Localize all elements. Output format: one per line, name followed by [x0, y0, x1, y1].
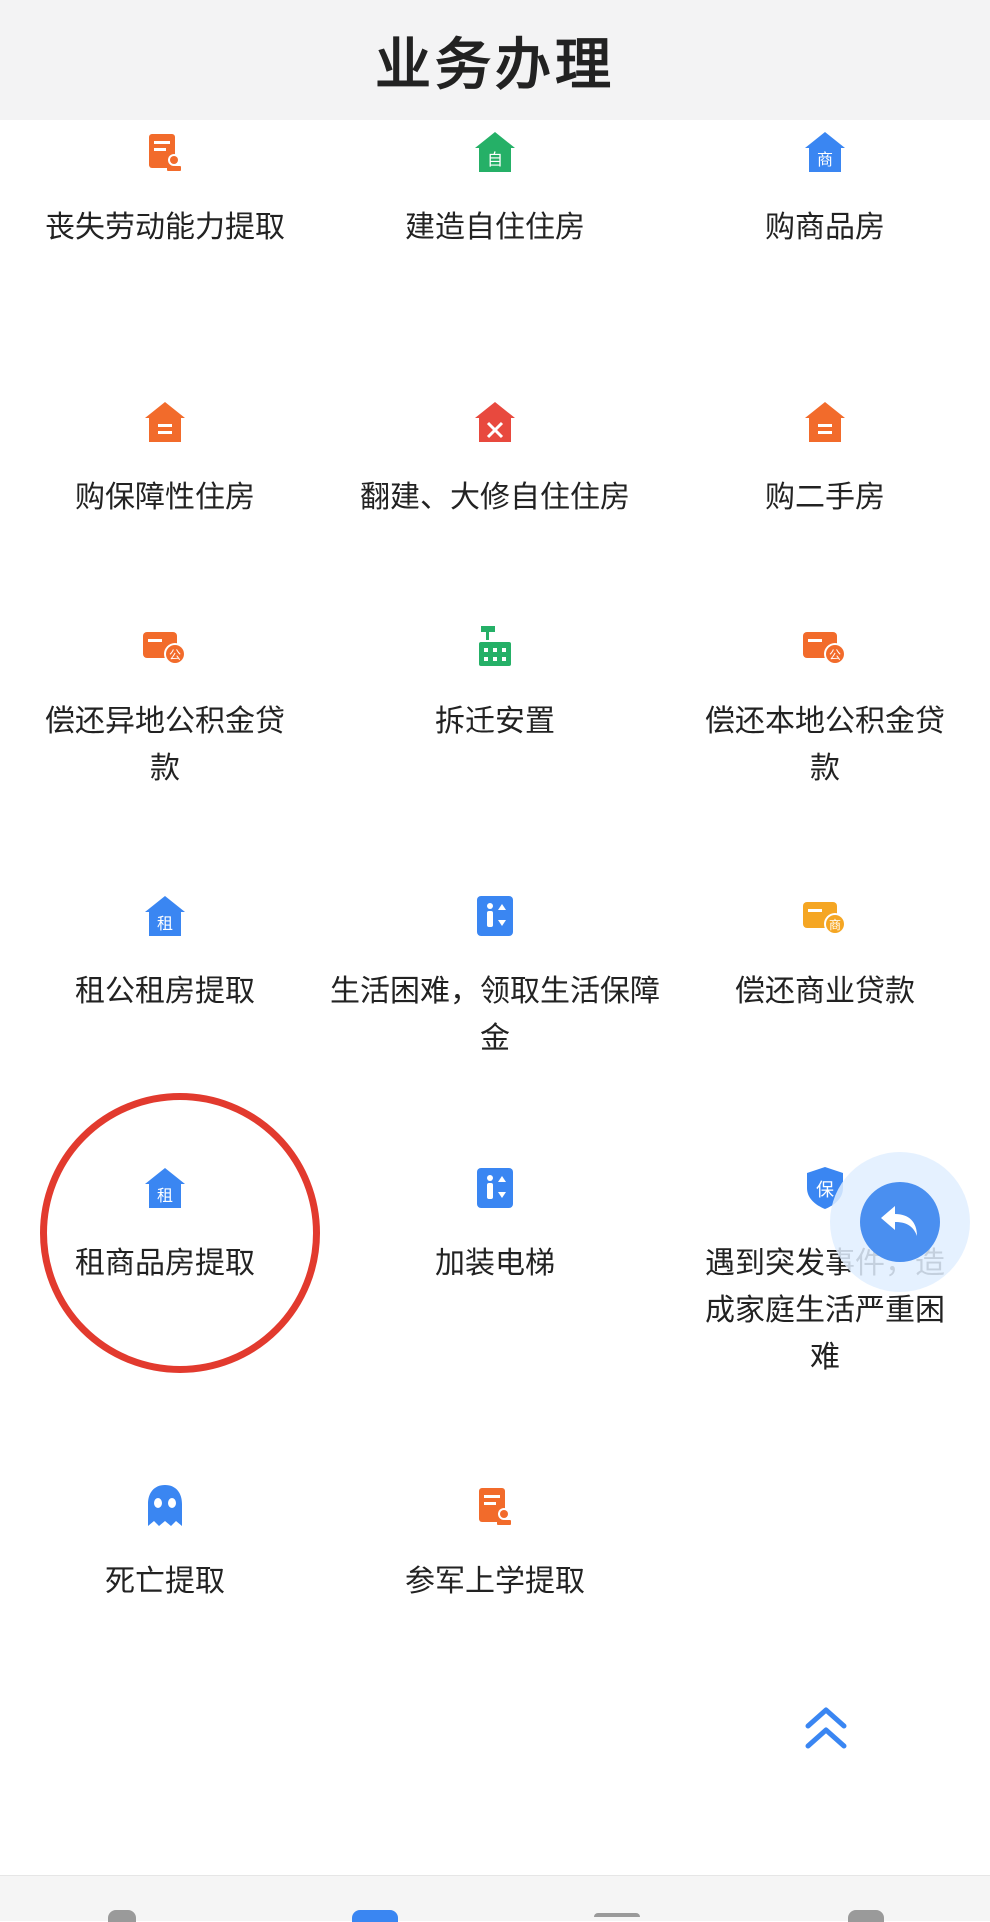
service-item[interactable]: 商 购商品房 [660, 128, 990, 251]
icon-glyph: 租 [157, 914, 173, 933]
service-label: 死亡提取 [105, 1564, 225, 1599]
service-item[interactable]: 生活困难，领取生活保障金 [330, 892, 660, 1062]
house-icon [145, 402, 185, 442]
certificate-icon [149, 134, 181, 171]
undo-arrow-icon [881, 1206, 917, 1236]
service-label: 加装电梯 [435, 1246, 555, 1281]
tab-icon-services[interactable] [352, 1910, 398, 1922]
house-repair-icon [475, 402, 515, 442]
elevator-icon [477, 1168, 513, 1208]
highlight-circle [40, 1093, 320, 1373]
service-item[interactable]: 购二手房 [660, 398, 990, 521]
service-label: 参军上学提取 [405, 1564, 585, 1599]
house-self-icon: 自 [475, 132, 515, 172]
service-item[interactable]: 死亡提取 [0, 1482, 330, 1605]
tab-icon-profile[interactable] [848, 1910, 884, 1922]
service-item[interactable]: 租 租公租房提取 [0, 892, 330, 1015]
tab-icon-home[interactable] [108, 1910, 136, 1922]
card-fund-icon: 公 [803, 632, 846, 665]
service-label: 购商品房 [765, 210, 885, 245]
scroll-to-top-icon[interactable] [802, 1702, 850, 1754]
icon-glyph: 公 [169, 648, 181, 662]
service-label: 拆迁安置 [435, 704, 555, 739]
service-label: 偿还商业贷款 [735, 974, 915, 1009]
header: 业务办理 [0, 0, 990, 120]
service-label: 生活困难，领取生活保障金 [330, 974, 660, 1056]
service-label: 丧失劳动能力提取 [45, 210, 285, 245]
card-fund-icon: 公 [143, 632, 186, 665]
bottom-tab-bar [0, 1875, 990, 1921]
service-item[interactable]: 加装电梯 [330, 1164, 660, 1287]
service-label: 购二手房 [765, 480, 885, 515]
icon-glyph: 公 [829, 648, 841, 662]
service-label: 偿还本地公积金贷款 [705, 704, 945, 786]
house-icon [805, 402, 845, 442]
tab-icon-messages[interactable] [594, 1913, 640, 1917]
ghost-icon [148, 1485, 182, 1526]
service-item[interactable]: 商 偿还商业贷款 [660, 892, 990, 1015]
house-rent-icon: 租 [145, 896, 185, 936]
service-label: 购保障性住房 [75, 480, 255, 515]
service-label: 偿还异地公积金贷款 [45, 704, 285, 786]
house-commercial-icon: 商 [805, 132, 845, 172]
certificate-icon [479, 1488, 511, 1525]
icon-glyph: 商 [829, 917, 841, 932]
service-item[interactable]: 参军上学提取 [330, 1482, 660, 1605]
service-item[interactable]: 购保障性住房 [0, 398, 330, 521]
elevator-icon [477, 896, 513, 936]
service-item[interactable]: 公 偿还异地公积金贷款 [0, 622, 330, 792]
icon-glyph: 商 [817, 150, 833, 169]
icon-glyph: 自 [487, 150, 503, 169]
page-title: 业务办理 [375, 32, 615, 98]
card-commercial-icon: 商 [803, 902, 846, 935]
back-button-inner [860, 1182, 940, 1262]
icon-glyph: 保 [816, 1180, 834, 1201]
service-item[interactable]: 公 偿还本地公积金贷款 [660, 622, 990, 792]
service-label: 翻建、大修自住住房 [360, 480, 630, 515]
service-item[interactable]: 自 建造自住住房 [330, 128, 660, 251]
service-item[interactable]: 丧失劳动能力提取 [0, 128, 330, 251]
service-label: 租公租房提取 [75, 974, 255, 1009]
service-item[interactable]: 拆迁安置 [330, 622, 660, 745]
service-label: 建造自住住房 [405, 210, 585, 245]
demolition-icon [479, 626, 511, 666]
back-button[interactable] [830, 1152, 970, 1292]
service-item[interactable]: 翻建、大修自住住房 [330, 398, 660, 521]
